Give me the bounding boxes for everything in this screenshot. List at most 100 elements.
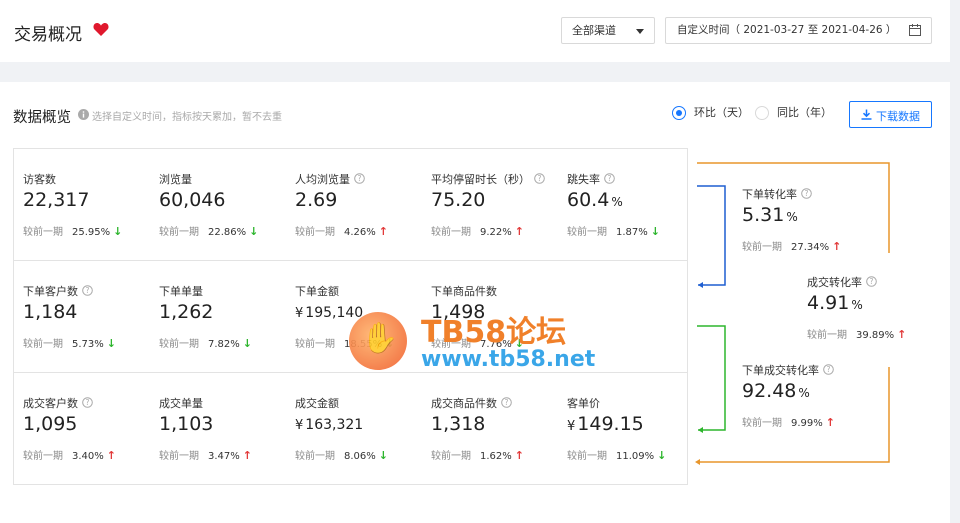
compare-percent: 1.62% [480, 451, 512, 462]
metric-value: 92.48% [742, 380, 810, 402]
help-icon[interactable]: ? [354, 173, 365, 184]
data-overview-card: 数据概览 选择自定义时间，指标按天累加，暂不去重 环比（天） 同比（年） 下载数… [0, 82, 950, 523]
info-icon [78, 109, 89, 120]
metric-value: 1,498 [431, 301, 485, 323]
compare-prefix: 较前一期 [159, 451, 199, 462]
arrow-up-icon: ↑ [825, 416, 835, 429]
metric-compare: 较前一期 27.34% ↑ [742, 238, 841, 253]
calendar-icon [909, 24, 921, 36]
currency-symbol: ¥ [295, 306, 304, 321]
metric-label-text: 下单转化率 [742, 188, 797, 201]
metric-value-number: 5.31 [742, 204, 785, 226]
metric-label: 访客数 [23, 171, 56, 187]
compare-percent: 9.22% [480, 227, 512, 238]
metric-unit: % [851, 298, 863, 312]
metric-value: 2.69 [295, 189, 337, 211]
download-data-button[interactable]: 下载数据 [849, 101, 932, 128]
metric-label-text: 下单单量 [159, 285, 203, 298]
radio-label: 环比（天） [694, 106, 749, 119]
help-icon[interactable]: ? [82, 397, 93, 408]
compare-percent: 11.09% [616, 451, 655, 462]
metric-label-text: 跳失率 [567, 173, 600, 186]
metric-compare: 较前一期 5.73% ↓ [23, 335, 116, 350]
arrow-down-icon: ↓ [113, 225, 123, 238]
radio-dot [672, 106, 686, 120]
heart-icon [93, 23, 109, 36]
metric-label: 跳失率? [567, 171, 615, 187]
compare-percent: 4.26% [344, 227, 376, 238]
metric-label-text: 成交客户数 [23, 397, 78, 410]
help-icon[interactable]: ? [823, 364, 834, 375]
svg-text:?: ? [538, 174, 542, 183]
help-icon[interactable]: ? [866, 276, 877, 287]
metric-compare: 较前一期 1.87% ↓ [567, 223, 660, 238]
compare-prefix: 较前一期 [431, 451, 471, 462]
metric-label: 成交商品件数? [431, 395, 512, 411]
help-icon[interactable]: ? [82, 285, 93, 296]
metric-value: 60.4% [567, 189, 623, 211]
metric-label: 客单价 [567, 395, 600, 411]
compare-percent: 18.55% [344, 339, 383, 350]
metric-label: 下单金额 [295, 283, 339, 299]
metric-value-number: 163,321 [305, 417, 364, 433]
help-icon[interactable]: ? [604, 173, 615, 184]
funnel-line-green [697, 325, 726, 431]
metric-label: 成交客户数? [23, 395, 93, 411]
metric-value-number: 4.91 [807, 292, 850, 314]
metric-label-text: 下单金额 [295, 285, 339, 298]
metric-compare: 较前一期 4.26% ↑ [295, 223, 388, 238]
metric-value-number: 1,262 [159, 301, 214, 323]
page-title: 交易概况 [14, 25, 82, 45]
compare-prefix: 较前一期 [295, 339, 335, 350]
metric-unit: % [611, 195, 623, 209]
help-icon[interactable]: ? [801, 188, 812, 199]
compare-percent: 8.06% [344, 451, 376, 462]
arrow-down-icon: ↓ [106, 337, 116, 350]
compare-prefix: 较前一期 [431, 227, 471, 238]
hint-text: 选择自定义时间，指标按天累加，暂不去重 [92, 112, 282, 123]
metric-compare: 较前一期 3.40% ↑ [23, 447, 116, 462]
arrow-down-icon: ↓ [242, 337, 252, 350]
metric-value-number: 1,095 [23, 413, 78, 435]
metric-compare: 较前一期 22.86% ↓ [159, 223, 258, 238]
metric-value: ¥149.15 [567, 413, 644, 435]
metric-value-number: 149.15 [577, 413, 644, 435]
channel-select[interactable]: 全部渠道 [561, 17, 655, 44]
metric-label-text: 访客数 [23, 173, 56, 186]
metric-compare: 较前一期 18.55% ↓ [295, 335, 394, 350]
metric-value: 22,317 [23, 189, 89, 211]
metric-label: 人均浏览量? [295, 171, 365, 187]
compare-percent: 3.40% [72, 451, 104, 462]
arrow-up-icon: ↑ [378, 225, 388, 238]
metric-label: 下单转化率? [742, 186, 812, 202]
help-icon[interactable]: ? [501, 397, 512, 408]
compare-percent: 7.76% [480, 339, 512, 350]
arrow-down-icon: ↓ [249, 225, 259, 238]
svg-text:?: ? [608, 174, 612, 183]
metric-compare: 较前一期 1.62% ↑ [431, 447, 524, 462]
funnel-arrow-blue [698, 282, 703, 288]
help-icon[interactable]: ? [534, 173, 545, 184]
metrics-panel: 访客数 22,317 较前一期 25.95% ↓ 浏览量 60,046 较前一期 22.86% ↓… [13, 148, 688, 485]
metric-value: 5.31% [742, 204, 798, 226]
compare-prefix: 较前一期 [567, 451, 607, 462]
currency-symbol: ¥ [295, 418, 304, 433]
svg-text:?: ? [805, 189, 809, 198]
metric-label-text: 下单商品件数 [431, 285, 497, 298]
metric-label-text: 下单客户数 [23, 285, 78, 298]
metric-compare: 较前一期 11.09% ↓ [567, 447, 666, 462]
metric-unit: % [786, 210, 798, 224]
metric-value: 60,046 [159, 189, 225, 211]
metric-value: 1,318 [431, 413, 485, 435]
date-range-picker[interactable]: 自定义时间（ 2021-03-27 至 2021-04-26 ） [665, 17, 932, 44]
funnel-arrow-green [698, 427, 703, 433]
arrow-up-icon: ↑ [242, 449, 252, 462]
arrow-up-icon: ↑ [106, 449, 116, 462]
metric-value-number: 75.20 [431, 189, 486, 211]
metric-label-text: 成交金额 [295, 397, 339, 410]
metric-compare: 较前一期 9.99% ↑ [742, 414, 835, 429]
metric-label-text: 人均浏览量 [295, 173, 350, 186]
metric-label-text: 下单成交转化率 [742, 364, 819, 377]
metric-value-number: 22,317 [23, 189, 90, 211]
metric-value-number: 1,184 [23, 301, 78, 323]
